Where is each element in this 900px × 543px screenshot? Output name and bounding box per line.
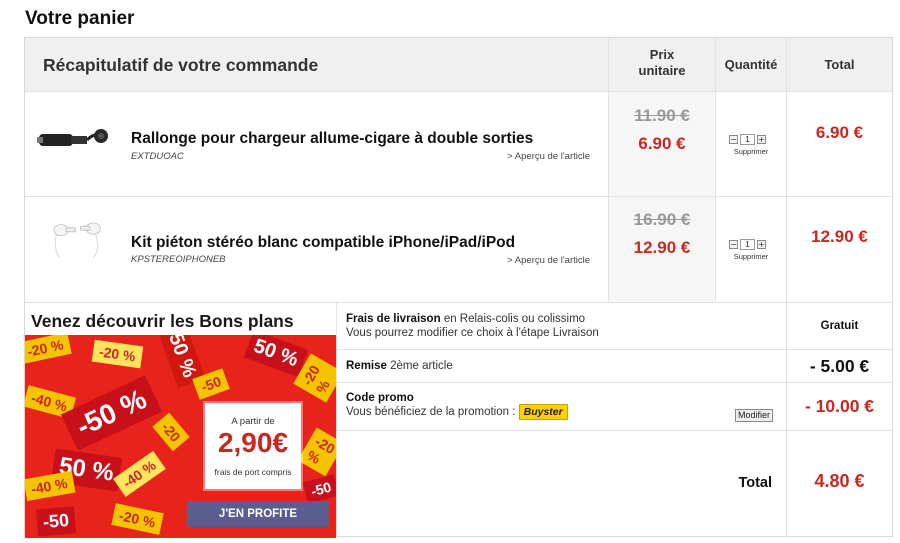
buyster-logo: Buyster <box>518 404 568 420</box>
cart-header-row: Récapitulatif de votre commande Prix uni… <box>25 38 892 92</box>
cart-table: Récapitulatif de votre commande Prix uni… <box>24 37 893 538</box>
product-ref: KPSTEREOIPHONEB <box>131 254 226 265</box>
banner-title: Venez découvrir les Bons plans <box>31 311 294 331</box>
promo-code-label: Code promo <box>346 392 414 404</box>
quantity-input[interactable]: 1 <box>740 134 755 145</box>
total-row: Total 4.80 € <box>336 431 892 538</box>
discount-tag: -20 % <box>297 427 336 477</box>
col-unit-price: Prix unitaire <box>638 47 686 78</box>
preview-link[interactable]: > Aperçu de l'article <box>507 255 590 266</box>
unit-price: 6.90 € <box>638 134 686 153</box>
remove-link[interactable]: Supprimer <box>716 147 786 156</box>
discount-detail: 2ème article <box>390 360 453 372</box>
promo-code-detail: Vous bénéficiez de la promotion : <box>346 406 516 419</box>
quantity-stepper: − 1 + <box>729 134 766 145</box>
discount-tag: -20 % <box>91 339 143 369</box>
cart-item-row: Rallonge pour chargeur allume-cigare à d… <box>25 92 892 197</box>
page-title: Votre panier <box>25 8 135 29</box>
quantity-input[interactable]: 1 <box>740 239 755 250</box>
decrement-button[interactable]: − <box>729 135 738 144</box>
promo-price-card: A partir de 2,90€ frais de port compris <box>205 403 301 489</box>
discount-tag: -50 <box>302 474 336 504</box>
card-price: 2,90€ <box>217 427 289 458</box>
promo-code-row: Code promo Vous bénéficiez de la promoti… <box>336 383 892 431</box>
bons-plans-banner[interactable]: Venez découvrir les Bons plans -20 % -20… <box>25 303 336 538</box>
discount-tag: -40 % <box>25 470 76 502</box>
promo-value: - 10.00 € <box>804 396 875 416</box>
summary-title: Récapitulatif de votre commande <box>43 55 319 75</box>
shipping-row: Frais de livraison en Relais-colis ou co… <box>336 303 892 350</box>
col-total: Total <box>824 57 855 72</box>
white-earphones-image <box>53 222 101 258</box>
shipping-label: Frais de livraison <box>346 313 441 325</box>
remove-link[interactable]: Supprimer <box>716 252 786 261</box>
card-from-label: A partir de <box>231 416 275 427</box>
modify-promo-button[interactable]: Modifier <box>735 409 774 422</box>
total-value: 4.80 € <box>814 471 865 491</box>
shipping-value: Gratuit <box>820 320 859 332</box>
old-price: 11.90 € <box>634 106 690 125</box>
discount-label: Remise <box>346 360 387 372</box>
discount-value: - 5.00 € <box>809 356 870 376</box>
discount-tag: -20 % <box>111 503 164 535</box>
col-quantity: Quantité <box>724 57 778 72</box>
cart-item-row: Kit piéton stéréo blanc compatible iPhon… <box>25 197 892 303</box>
unit-price: 12.90 € <box>633 238 691 257</box>
discount-tag: -50 % <box>60 375 163 451</box>
preview-link[interactable]: > Aperçu de l'article <box>507 151 590 162</box>
increment-button[interactable]: + <box>757 240 766 249</box>
discount-tag: 50 % <box>243 330 308 377</box>
discount-tag: -20 % <box>25 332 72 364</box>
discount-tag: -50 <box>35 506 77 537</box>
car-charger-extension-image <box>37 129 108 146</box>
old-price: 16.90 € <box>633 210 691 229</box>
product-name[interactable]: Kit piéton stéréo blanc compatible iPhon… <box>131 234 515 252</box>
discount-row: Remise 2ème article - 5.00 € <box>336 350 892 383</box>
shipping-detail: en Relais-colis ou colissimo <box>443 313 586 325</box>
line-total: 6.90 € <box>815 123 864 142</box>
product-name[interactable]: Rallonge pour chargeur allume-cigare à d… <box>131 130 533 148</box>
card-shipping-label: frais de port compris <box>214 467 292 477</box>
product-ref: EXTDUOAC <box>131 151 184 162</box>
line-total: 12.90 € <box>811 227 868 246</box>
discount-tag: -20 <box>152 412 190 452</box>
jen-profite-button[interactable]: J'EN PROFITE <box>187 501 329 527</box>
increment-button[interactable]: + <box>757 135 766 144</box>
quantity-stepper: − 1 + <box>729 239 766 250</box>
shipping-note: Vous pourrez modifier ce choix à l'étape… <box>346 327 599 339</box>
decrement-button[interactable]: − <box>729 240 738 249</box>
total-label: Total <box>738 475 772 491</box>
